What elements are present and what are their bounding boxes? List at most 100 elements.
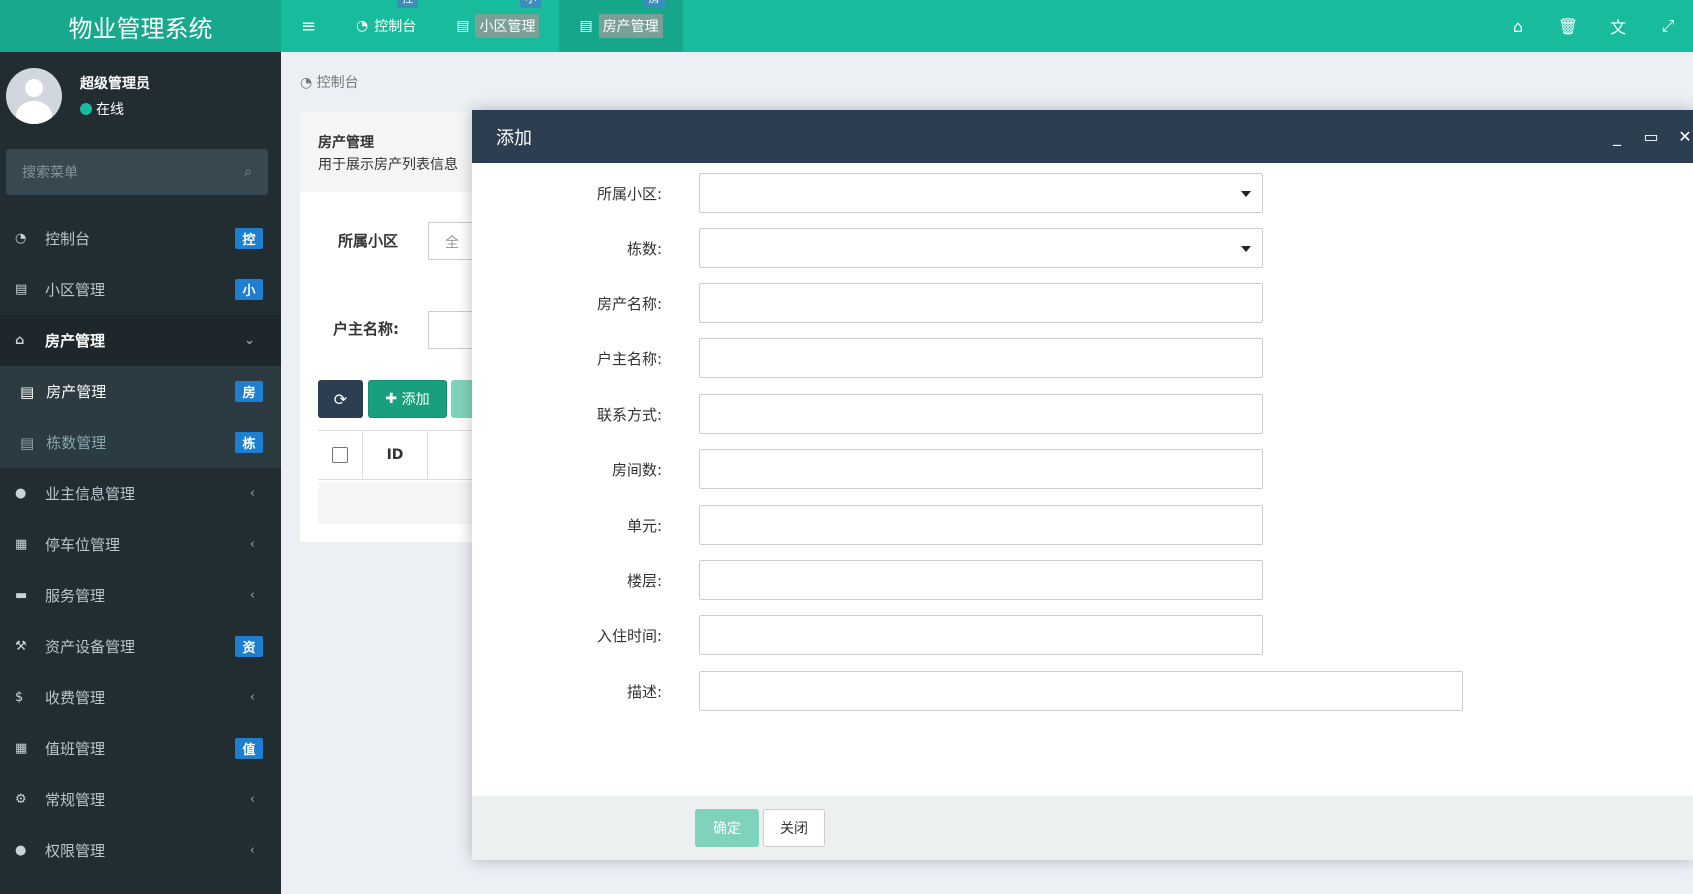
home-icon[interactable]: ⌂ [1493,0,1543,52]
rooms-input[interactable] [699,449,1263,489]
owner-filter-label: 户主名称: [333,320,399,338]
list-icon: ▤ [456,18,470,34]
maximize-icon[interactable]: ▭ [1643,127,1659,146]
chevron-left-icon: ‹ [249,843,255,858]
select-all-checkbox[interactable] [318,430,363,480]
tab-property[interactable]: ▤ 房产管理 房 [559,0,683,52]
tab-label: 小区管理 [475,14,540,38]
tab-badge: 小 [520,0,542,8]
sidebar-item-property[interactable]: ⌂ 房产管理 ⌄ [0,315,281,366]
sidebar-item-label: 常规管理 [45,791,106,809]
app-logo[interactable]: 物业管理系统 [0,0,281,52]
field-label: 入住时间: [596,626,662,645]
sidebar-item-parking[interactable]: ▦ 停车位管理 ‹ [0,519,281,570]
chevron-left-icon: ‹ [249,588,255,603]
confirm-button[interactable]: 确定 [695,809,759,847]
chevron-left-icon: ‹ [249,486,255,501]
field-label: 所属小区: [596,184,662,203]
trash-icon[interactable]: 🗑 [1543,0,1593,52]
refresh-button[interactable]: ⟳ [318,380,363,418]
refresh-icon: ⟳ [333,389,348,409]
chevron-down-icon: ⌄ [244,333,255,348]
plus-icon: ✚ [385,391,398,407]
sidebar-item-label: 收费管理 [45,689,106,707]
tab-badge: 控 [397,0,419,8]
app-title: 物业管理系统 [68,14,213,43]
chevron-left-icon: ‹ [249,690,255,705]
tab-dashboard[interactable]: ◔ 控制台 控 [336,0,436,52]
field-label: 联系方式: [596,405,662,424]
top-right-tools: ⌂ 🗑 文 ⤢ [1493,0,1693,52]
tab-community[interactable]: ▤ 小区管理 小 [436,0,559,52]
sidebar-item-billing[interactable]: $ 收费管理 ‹ [0,672,281,723]
minimize-icon[interactable]: _ [1609,127,1625,146]
description-textarea[interactable] [699,671,1463,711]
gavel-icon: ⚒ [15,639,27,654]
field-label: 栋数: [626,239,662,258]
breadcrumb[interactable]: ◔ 控制台 [300,72,359,92]
hamburger-icon: ≡ [300,15,317,37]
sidebar-item-dashboard[interactable]: ◔ 控制台 控 [0,213,281,264]
online-dot-icon [80,103,92,115]
cogs-icon: ⚙ [15,792,27,807]
calendar-icon: ▦ [15,741,28,756]
sidebar-item-owners[interactable]: ● 业主信息管理 ‹ [0,468,281,519]
field-label: 单元: [626,516,662,535]
sidebar-item-label: 房产管理 [46,383,107,401]
sidebar-item-assets[interactable]: ⚒ 资产设备管理 资 [0,621,281,672]
close-button[interactable]: 关闭 [763,809,825,847]
sidebar-search-input[interactable]: 搜索菜单 ⌕ [6,149,268,195]
sidebar-subitem-property[interactable]: ▤ 房产管理 房 [0,366,281,417]
sidebar-item-label: 资产设备管理 [45,638,136,656]
sidebar-item-label: 权限管理 [45,842,106,860]
unit-input[interactable] [699,505,1263,545]
sidebar-subitem-buildings[interactable]: ▤ 栋数管理 栋 [0,417,281,468]
sidebar-item-label: 停车位管理 [45,536,121,554]
user-icon: ● [15,486,27,501]
close-icon[interactable]: ✕ [1677,127,1693,146]
sidebar-item-label: 服务管理 [45,587,106,605]
field-label: 户主名称: [596,349,662,368]
keyboard-icon: ▬ [15,588,28,603]
fullscreen-icon[interactable]: ⤢ [1643,0,1693,52]
field-label: 房产名称: [596,294,662,313]
sidebar-item-service[interactable]: ▬ 服务管理 ‹ [0,570,281,621]
community-select[interactable] [699,173,1263,213]
property-name-input[interactable] [699,283,1263,323]
sidebar-item-label: 业主信息管理 [45,485,136,503]
list-icon: ▤ [20,433,35,452]
translate-icon[interactable]: 文 [1593,0,1643,52]
chevron-left-icon: ‹ [249,792,255,807]
community-filter-value: 全 [445,235,459,251]
modal-tools: _ ▭ ✕ [1609,127,1693,146]
sidebar-item-general[interactable]: ⚙ 常规管理 ‹ [0,774,281,825]
tab-label: 控制台 [374,19,417,35]
owner-name-input[interactable] [699,338,1263,378]
sidebar-badge: 小 [235,279,263,300]
sidebar-item-community[interactable]: ▤ 小区管理 小 [0,264,281,315]
movein-time-input[interactable] [699,615,1263,655]
building-select[interactable] [699,228,1263,268]
sidebar-item-label: 值班管理 [45,740,106,758]
home-icon: ⌂ [15,333,25,348]
add-button-label: 添加 [401,392,430,408]
search-icon[interactable]: ⌕ [244,164,252,180]
sidebar-item-duty[interactable]: ▦ 值班管理 值 [0,723,281,774]
dashboard-icon: ◔ [356,18,369,34]
sidebar-item-permissions[interactable]: ● 权限管理 ‹ [0,825,281,876]
menu-toggle-button[interactable]: ≡ [281,0,336,52]
sidebar-badge: 栋 [235,432,263,453]
user-status: 在线 [80,99,150,119]
dashboard-icon: ◔ [15,231,27,246]
field-label: 楼层: [626,571,662,590]
contact-input[interactable] [699,394,1263,434]
sidebar-item-label: 房产管理 [45,332,106,350]
floor-input[interactable] [699,560,1263,600]
field-label: 房间数: [611,460,662,479]
sidebar-badge: 值 [235,738,263,759]
add-button[interactable]: ✚ 添加 [368,380,447,418]
breadcrumb-label: 控制台 [316,75,359,91]
column-header-id[interactable]: ID [363,430,428,480]
chevron-left-icon: ‹ [249,537,255,552]
sidebar-badge: 房 [235,381,263,402]
